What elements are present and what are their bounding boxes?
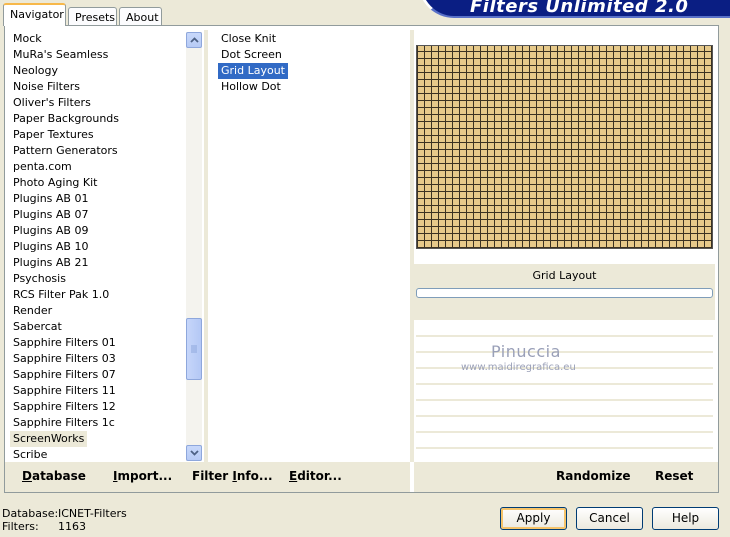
import-label-rest: mport... — [117, 469, 173, 483]
parameter-slider[interactable] — [416, 338, 713, 353]
database-label-rest: atabase — [31, 469, 86, 483]
filter-info-label-rest: nfo... — [236, 469, 273, 483]
status-filters-value: 1163 — [58, 520, 86, 533]
category-item[interactable]: Plugins AB 21 — [10, 255, 186, 271]
randomize-button[interactable]: Randomize — [556, 469, 630, 483]
apply-button[interactable]: Apply — [500, 507, 567, 530]
filter-item[interactable]: Dot Screen — [218, 47, 398, 63]
category-item[interactable]: ScreenWorks — [10, 431, 88, 447]
filter-progress-bar — [416, 288, 713, 298]
cancel-button[interactable]: Cancel — [576, 507, 643, 530]
category-item[interactable]: Mock — [10, 31, 186, 47]
category-item[interactable]: Psychosis — [10, 271, 186, 287]
status-database-label: Database: — [2, 507, 59, 520]
tab-navigator[interactable]: Navigator — [3, 3, 66, 26]
grip-icon — [191, 345, 197, 353]
category-scrollbar[interactable] — [186, 32, 202, 461]
database-label-mnemonic: D — [22, 469, 32, 483]
category-item[interactable]: Sapphire Filters 01 — [10, 335, 186, 351]
category-item[interactable]: Sapphire Filters 03 — [10, 351, 186, 367]
parameter-slider[interactable] — [416, 386, 713, 401]
filter-item[interactable]: Hollow Dot — [218, 79, 398, 95]
category-item[interactable]: Noise Filters — [10, 79, 186, 95]
category-item[interactable]: Render — [10, 303, 186, 319]
category-item[interactable]: Sapphire Filters 1c — [10, 415, 186, 431]
category-item[interactable]: Photo Aging Kit — [10, 175, 186, 191]
parameter-slider[interactable] — [416, 434, 713, 449]
category-item[interactable]: Plugins AB 07 — [10, 207, 186, 223]
chevron-down-icon — [189, 450, 199, 456]
watermark-url: www.maidiregrafica.eu — [461, 362, 576, 373]
import-button[interactable]: Import... — [113, 469, 172, 483]
category-item[interactable]: Plugins AB 09 — [10, 223, 186, 239]
parameter-slider[interactable] — [416, 418, 713, 433]
filter-item[interactable]: Close Knit — [218, 31, 398, 47]
category-item[interactable]: Sapphire Filters 11 — [10, 383, 186, 399]
category-item[interactable]: Paper Textures — [10, 127, 186, 143]
filter-item[interactable]: Grid Layout — [218, 63, 288, 79]
category-item[interactable]: RCS Filter Pak 1.0 — [10, 287, 186, 303]
editor-label-rest: ditor... — [297, 469, 342, 483]
parameter-slider[interactable] — [416, 322, 713, 337]
chevron-up-icon — [189, 37, 199, 43]
filter-info-label-pre: Filter — [192, 469, 233, 483]
editor-label-mnemonic: E — [289, 469, 298, 483]
category-item[interactable]: Oliver's Filters — [10, 95, 186, 111]
category-item[interactable]: Paper Backgrounds — [10, 111, 186, 127]
category-item[interactable]: penta.com — [10, 159, 186, 175]
database-button[interactable]: Database — [22, 469, 86, 483]
filter-list: Close Knit Dot Screen Grid Layout Hollow Do… — [218, 31, 398, 95]
filter-name-label: Grid Layout — [532, 269, 597, 282]
category-item[interactable]: MuRa's Seamless — [10, 47, 186, 63]
category-item[interactable]: Sabercat — [10, 319, 186, 335]
filter-preview — [416, 45, 713, 249]
scroll-up-button[interactable] — [186, 32, 202, 48]
status-database-value: ICNET-Filters — [58, 507, 127, 520]
brand-title: Filters Unlimited 2.0 — [470, 0, 689, 17]
category-item[interactable]: Plugins AB 10 — [10, 239, 186, 255]
status-filters-label: Filters: — [2, 520, 39, 533]
category-item[interactable]: Neology — [10, 63, 186, 79]
reset-button[interactable]: Reset — [655, 469, 693, 483]
tab-about[interactable]: About — [119, 7, 162, 26]
scroll-down-button[interactable] — [186, 445, 202, 461]
category-item[interactable]: Scribe — [10, 447, 186, 463]
watermark-title: Pinuccia — [491, 342, 561, 361]
tab-presets[interactable]: Presets — [68, 7, 117, 26]
category-item[interactable]: Plugins AB 01 — [10, 191, 186, 207]
filter-info-button[interactable]: Filter Info... — [192, 469, 273, 483]
parameter-slider[interactable] — [416, 402, 713, 417]
category-item[interactable]: Pattern Generators — [10, 143, 186, 159]
editor-button[interactable]: Editor... — [289, 469, 342, 483]
category-list: Mock MuRa's Seamless Neology Noise Filters O… — [10, 31, 186, 463]
scroll-thumb[interactable] — [186, 318, 202, 380]
category-item[interactable]: Sapphire Filters 12 — [10, 399, 186, 415]
help-button[interactable]: Help — [652, 507, 719, 530]
category-item[interactable]: Sapphire Filters 07 — [10, 367, 186, 383]
